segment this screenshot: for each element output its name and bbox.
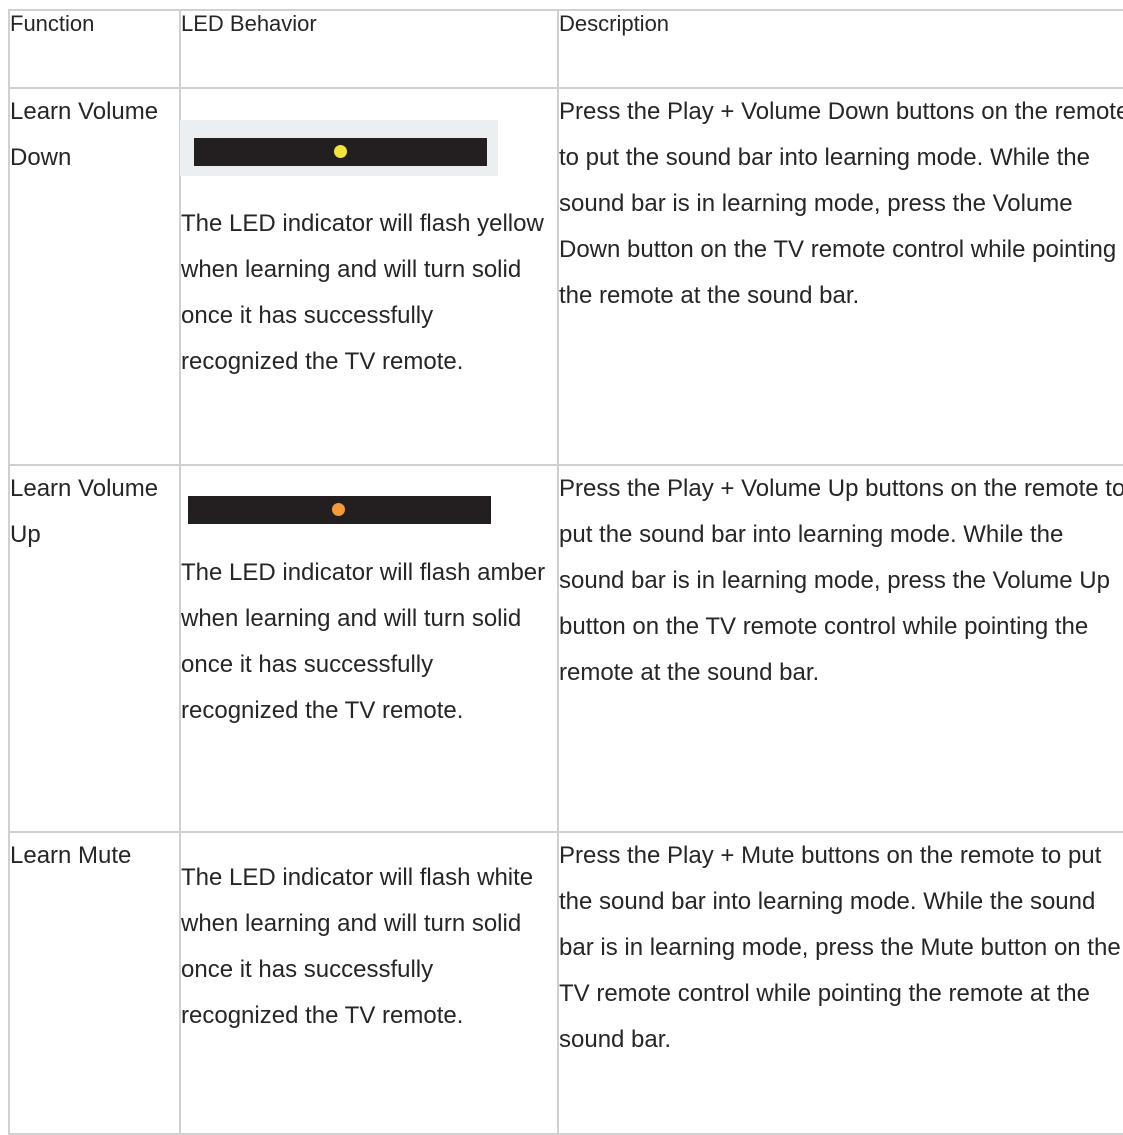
sound-bar-body: [188, 496, 491, 524]
function-cell: Learn Mute: [8, 831, 181, 1135]
sound-bar-body: [194, 138, 487, 166]
table-row: Learn Volume Up The LED indicator will f…: [8, 464, 1123, 833]
description-cell: Press the Play + Volume Down buttons on …: [557, 87, 1123, 466]
led-behavior-cell: The LED indicator will flash yellow when…: [179, 87, 559, 466]
header-led-behavior: LED Behavior: [179, 9, 559, 89]
table-row: Learn Volume Down The LED indicator will…: [8, 87, 1123, 466]
header-description: Description: [557, 9, 1123, 89]
sound-bar-image: [180, 496, 498, 552]
led-behavior-text: The LED indicator will flash yellow when…: [181, 210, 544, 375]
led-behavior-cell: The LED indicator will flash amber when …: [179, 464, 559, 833]
table-row: Learn Mute The LED indicator will flash …: [8, 831, 1123, 1135]
led-function-table: Function LED Behavior Description Learn …: [8, 9, 1123, 1135]
led-behavior-text: The LED indicator will flash amber when …: [181, 559, 546, 724]
function-cell: Learn Volume Down: [8, 87, 181, 466]
function-cell: Learn Volume Up: [8, 464, 181, 833]
led-behavior-cell: The LED indicator will flash white when …: [179, 831, 559, 1135]
description-cell: Press the Play + Volume Up buttons on th…: [557, 464, 1123, 833]
led-behavior-text: The LED indicator will flash white when …: [181, 864, 534, 1029]
description-cell: Press the Play + Mute buttons on the rem…: [557, 831, 1123, 1135]
sound-bar-image: [180, 120, 498, 176]
led-yellow-indicator-icon: [334, 145, 347, 158]
table-header-row: Function LED Behavior Description: [8, 9, 1123, 89]
header-function: Function: [8, 9, 181, 89]
led-amber-indicator-icon: [332, 503, 345, 516]
